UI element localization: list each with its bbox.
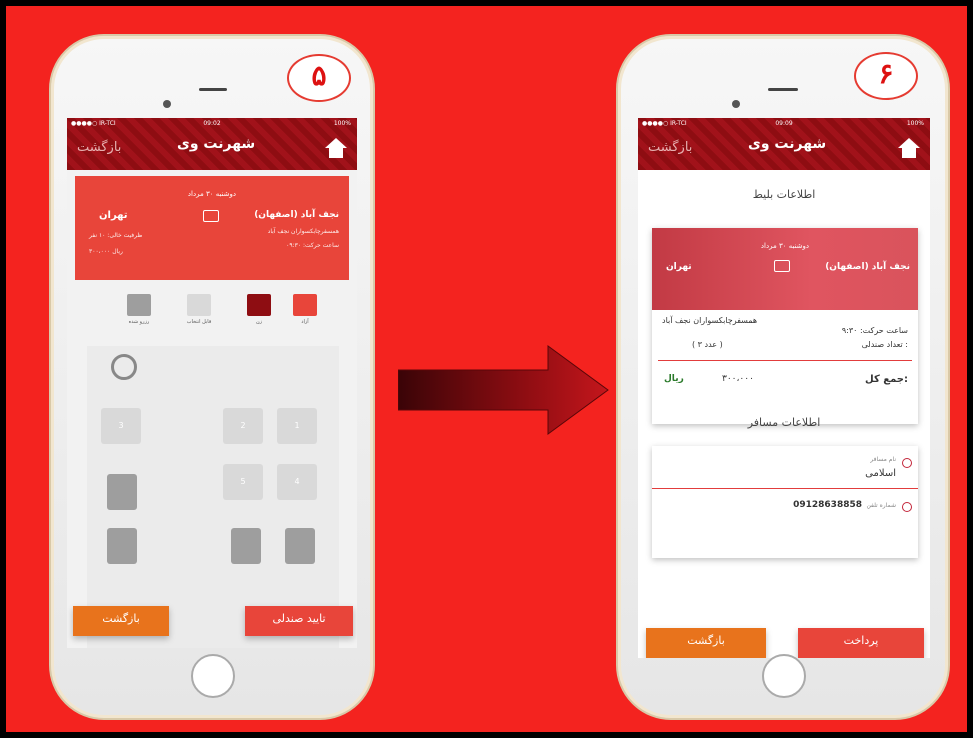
- currency: ریال: [664, 374, 684, 384]
- total-amount: ۳۰۰،۰۰۰: [722, 374, 754, 384]
- seat-count: ( عدد ۳ ): [692, 340, 723, 349]
- seat-1[interactable]: 1: [277, 408, 317, 444]
- trip-time: ساعت حرکت: ۰۹:۳۰: [286, 242, 339, 249]
- ticket-info-screen: ●●●●○ IR-TCI 09:09 100% بازگشت شهرنت وی …: [638, 118, 930, 658]
- bus-photo-banner: دوشنبه ۳۰ مرداد تهران نجف آباد (اصفهان): [652, 228, 918, 310]
- trip-capacity: ظرفیت خالی: ۱۰ نفر: [89, 232, 143, 239]
- seat-reserved: [285, 528, 315, 564]
- seat-2[interactable]: 2: [223, 408, 263, 444]
- seat-map: 3 2 1 5 4: [87, 346, 339, 648]
- phone-label: شماره تلفن: [866, 502, 896, 509]
- legend-label: آزاد: [301, 319, 309, 325]
- passenger-card: نام مسافر اسلامی شماره تلفن 09128638858: [652, 446, 918, 558]
- seat-count-label: تعداد صندلی :: [861, 340, 908, 349]
- app-header: ●●●●○ IR-TCI 09:02 100% بازگشت شهرنت وی: [67, 118, 357, 170]
- name-label: نام مسافر: [870, 456, 896, 463]
- ticket-section-title: اطلاعات بلیط: [752, 188, 816, 201]
- clock: 09:02: [203, 120, 221, 127]
- legend-reserved: رزرو شده: [125, 294, 153, 325]
- camera: [732, 100, 740, 108]
- bus-icon: [203, 210, 219, 222]
- trip-origin: نجف آباد (اصفهان): [254, 210, 339, 220]
- radio-phone[interactable]: [902, 502, 912, 512]
- legend-female: زن: [245, 294, 273, 325]
- steering-wheel-icon: [111, 354, 137, 380]
- passenger-section-title: اطلاعات مسافر: [747, 416, 821, 429]
- home-button[interactable]: [191, 654, 235, 698]
- ticket-destination: تهران: [666, 262, 692, 272]
- home-icon[interactable]: [325, 138, 347, 158]
- trip-company: همسفرچابکسواران نجف آباد: [267, 228, 339, 235]
- legend-label: زن: [255, 319, 263, 325]
- legend-label: قابل انتخاب: [186, 319, 212, 325]
- seat-reserved: [231, 528, 261, 564]
- clock: 09:09: [775, 120, 793, 127]
- phone-right: ۶ ●●●●○ IR-TCI 09:09 100% بازگشت شهرنت و…: [616, 34, 950, 720]
- ticket-date: دوشنبه ۳۰ مرداد: [760, 242, 810, 250]
- status-bar: ●●●●○ IR-TCI 09:09 100%: [638, 120, 930, 130]
- trip-price: ۳۰۰،۰۰۰ ریال: [89, 248, 123, 255]
- step-badge: ۵: [287, 54, 351, 102]
- trip-date: دوشنبه ۳۰ مرداد: [187, 190, 237, 198]
- speaker: [199, 88, 227, 91]
- step-badge: ۶: [854, 52, 918, 100]
- seat-reserved: [107, 528, 137, 564]
- app-logo: شهرنت وی: [748, 136, 827, 152]
- seat-reserved: [107, 474, 137, 510]
- ticket-company: همسفرچابکسواران نجف آباد: [662, 316, 758, 325]
- legend-free: آزاد: [291, 294, 319, 325]
- app-logo: شهرنت وی: [177, 136, 256, 152]
- seat-reserved-icon: [127, 294, 151, 316]
- total-label: جمع کل:: [865, 374, 908, 385]
- battery: 100%: [906, 120, 924, 127]
- trip-summary-card: دوشنبه ۳۰ مرداد تهران نجف آباد (اصفهان) …: [75, 176, 349, 280]
- passenger-name-field[interactable]: اسلامی: [865, 468, 896, 479]
- radio-name[interactable]: [902, 458, 912, 468]
- seat-female-icon: [247, 294, 271, 316]
- home-icon[interactable]: [898, 138, 920, 158]
- status-bar: ●●●●○ IR-TCI 09:02 100%: [67, 120, 357, 130]
- background-frame: ۵ ●●●●○ IR-TCI 09:02 100% بازگشت شهرنت و…: [6, 6, 967, 732]
- right-arrow-icon: [398, 345, 609, 435]
- seat-selection-screen: ●●●●○ IR-TCI 09:02 100% بازگشت شهرنت وی …: [67, 118, 357, 648]
- back-button[interactable]: بازگشت: [73, 606, 169, 636]
- seat-5[interactable]: 5: [223, 464, 263, 500]
- legend-selectable: قابل انتخاب: [185, 294, 213, 325]
- trip-destination: تهران: [99, 210, 128, 221]
- app-header: ●●●●○ IR-TCI 09:09 100% بازگشت شهرنت وی: [638, 118, 930, 170]
- back-button[interactable]: بازگشت: [646, 628, 766, 658]
- seat-3[interactable]: 3: [101, 408, 141, 444]
- seat-4[interactable]: 4: [277, 464, 317, 500]
- pay-button[interactable]: پرداخت: [798, 628, 924, 658]
- passenger-phone-field[interactable]: 09128638858: [793, 500, 862, 510]
- divider: [652, 488, 918, 489]
- legend-label: رزرو شده: [128, 319, 150, 325]
- ticket-departure: ساعت حرکت: ۹:۳۰: [841, 326, 908, 335]
- divider: [658, 360, 912, 361]
- camera: [163, 100, 171, 108]
- back-link[interactable]: بازگشت: [648, 140, 692, 155]
- confirm-seat-button[interactable]: تایید صندلی: [245, 606, 353, 636]
- home-button[interactable]: [762, 654, 806, 698]
- ticket-origin: نجف آباد (اصفهان): [825, 262, 910, 272]
- seat-free-icon: [293, 294, 317, 316]
- ticket-card: دوشنبه ۳۰ مرداد تهران نجف آباد (اصفهان) …: [652, 228, 918, 424]
- phone-left: ۵ ●●●●○ IR-TCI 09:02 100% بازگشت شهرنت و…: [49, 34, 375, 720]
- battery: 100%: [333, 120, 351, 127]
- seat-selectable-icon: [187, 294, 211, 316]
- back-link[interactable]: بازگشت: [77, 140, 121, 155]
- bus-icon: [774, 260, 790, 272]
- speaker: [768, 88, 798, 91]
